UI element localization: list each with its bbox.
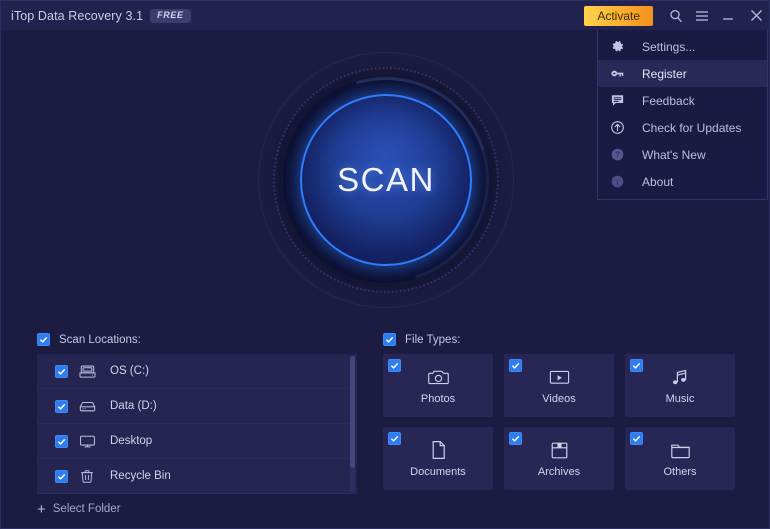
location-label: OS (C:) <box>110 365 149 377</box>
list-item[interactable]: Desktop <box>37 424 357 459</box>
menu-item-check-for-updates[interactable]: Check for Updates <box>598 114 767 141</box>
menu-item-label: Feedback <box>642 93 695 108</box>
window-controls: Activate <box>584 1 769 30</box>
scan-button[interactable]: SCAN <box>300 94 472 266</box>
scrollbar-thumb[interactable] <box>350 356 355 468</box>
file-type-label: Archives <box>537 466 581 478</box>
file-types-grid: Photos Videos Music Documents Archives O… <box>383 354 735 490</box>
location-checkbox[interactable] <box>55 434 68 448</box>
main-dropdown-menu: Settings... Register Feedback Check for … <box>597 30 768 200</box>
minimize-icon[interactable] <box>715 1 741 30</box>
scan-button-label: SCAN <box>337 161 435 198</box>
select-folder-label: Select Folder <box>52 503 121 515</box>
app-title: iTop Data Recovery 3.1 <box>11 8 144 23</box>
file-type-checkbox[interactable] <box>509 432 522 445</box>
scan-locations-header: Scan Locations: <box>37 333 357 346</box>
file-type-card-music[interactable]: Music <box>625 354 735 417</box>
options-area: Scan Locations: OS (C:) Data (D:) Deskto… <box>1 325 769 528</box>
location-checkbox[interactable] <box>55 364 68 378</box>
file-type-label: Photos <box>420 393 456 405</box>
file-types-header: File Types: <box>383 333 735 346</box>
file-type-label: Music <box>665 393 695 405</box>
menu-item-settings[interactable]: Settings... <box>598 33 767 60</box>
monitor-icon <box>79 434 101 449</box>
file-types-header-label: File Types: <box>405 333 461 346</box>
file-type-checkbox[interactable] <box>630 432 643 445</box>
disk-drive-icon <box>79 399 101 414</box>
list-item[interactable]: Data (D:) <box>37 389 357 424</box>
menu-item-label: About <box>642 174 674 189</box>
location-label: Data (D:) <box>110 400 157 412</box>
hard-drive-icon <box>79 364 101 379</box>
menu-item-feedback[interactable]: Feedback <box>598 87 767 114</box>
file-type-label: Videos <box>542 393 576 405</box>
file-type-checkbox[interactable] <box>509 359 522 372</box>
menu-item-label: Settings... <box>642 39 696 54</box>
video-icon <box>549 366 570 388</box>
location-checkbox[interactable] <box>55 469 68 483</box>
scan-locations-panel: Scan Locations: OS (C:) Data (D:) Deskto… <box>37 333 357 518</box>
file-types-panel: File Types: Photos Videos Music Document… <box>383 333 735 490</box>
file-types-master-checkbox[interactable] <box>383 333 396 346</box>
file-type-card-videos[interactable]: Videos <box>504 354 614 417</box>
file-type-card-archives[interactable]: Archives <box>504 427 614 490</box>
archive-box-icon <box>550 439 569 461</box>
app-window: iTop Data Recovery 3.1 FREE Activate Set… <box>0 0 770 529</box>
close-icon[interactable] <box>741 1 769 30</box>
menu-item-label: What's New <box>642 147 706 162</box>
feedback-icon <box>610 93 632 108</box>
location-checkbox[interactable] <box>55 399 68 413</box>
menu-item-register[interactable]: Register <box>598 60 767 87</box>
scan-locations-header-label: Scan Locations: <box>59 333 141 346</box>
file-type-card-photos[interactable]: Photos <box>383 354 493 417</box>
scan-locations-list: OS (C:) Data (D:) Desktop Recycle Bin <box>37 354 357 494</box>
select-folder-button[interactable]: + Select Folder <box>37 500 357 518</box>
menu-item-label: Register <box>642 66 687 81</box>
update-icon <box>610 120 632 135</box>
file-type-label: Documents <box>410 466 466 478</box>
location-label: Desktop <box>110 435 153 447</box>
plus-icon: + <box>37 500 46 518</box>
file-type-checkbox[interactable] <box>388 432 401 445</box>
list-item[interactable]: OS (C:) <box>37 354 357 389</box>
search-icon[interactable] <box>663 1 689 30</box>
folder-icon <box>670 439 691 461</box>
music-note-icon <box>670 366 690 388</box>
camera-icon <box>427 366 449 388</box>
list-item[interactable]: Recycle Bin <box>37 459 357 494</box>
info-circle-icon: i <box>610 174 632 189</box>
key-icon <box>610 66 632 81</box>
file-type-card-documents[interactable]: Documents <box>383 427 493 490</box>
hamburger-menu-icon[interactable] <box>689 1 715 30</box>
file-type-checkbox[interactable] <box>630 359 643 372</box>
menu-item-about[interactable]: i About <box>598 168 767 195</box>
trash-icon <box>79 469 101 484</box>
file-type-checkbox[interactable] <box>388 359 401 372</box>
free-edition-badge: FREE <box>150 8 191 23</box>
svg-text:?: ? <box>615 151 620 160</box>
scan-button-assembly: SCAN <box>246 40 526 320</box>
file-type-label: Others <box>663 466 697 478</box>
question-circle-icon: ? <box>610 147 632 162</box>
menu-item-label: Check for Updates <box>642 120 742 135</box>
scan-locations-scrollbar[interactable] <box>350 356 355 492</box>
svg-text:i: i <box>616 178 618 187</box>
location-label: Recycle Bin <box>110 470 171 482</box>
document-icon <box>430 439 447 461</box>
file-type-card-others[interactable]: Others <box>625 427 735 490</box>
scan-locations-master-checkbox[interactable] <box>37 333 50 346</box>
gear-icon <box>610 39 632 54</box>
title-bar: iTop Data Recovery 3.1 FREE Activate <box>1 1 769 30</box>
menu-item-whats-new[interactable]: ? What's New <box>598 141 767 168</box>
activate-button[interactable]: Activate <box>584 5 653 26</box>
